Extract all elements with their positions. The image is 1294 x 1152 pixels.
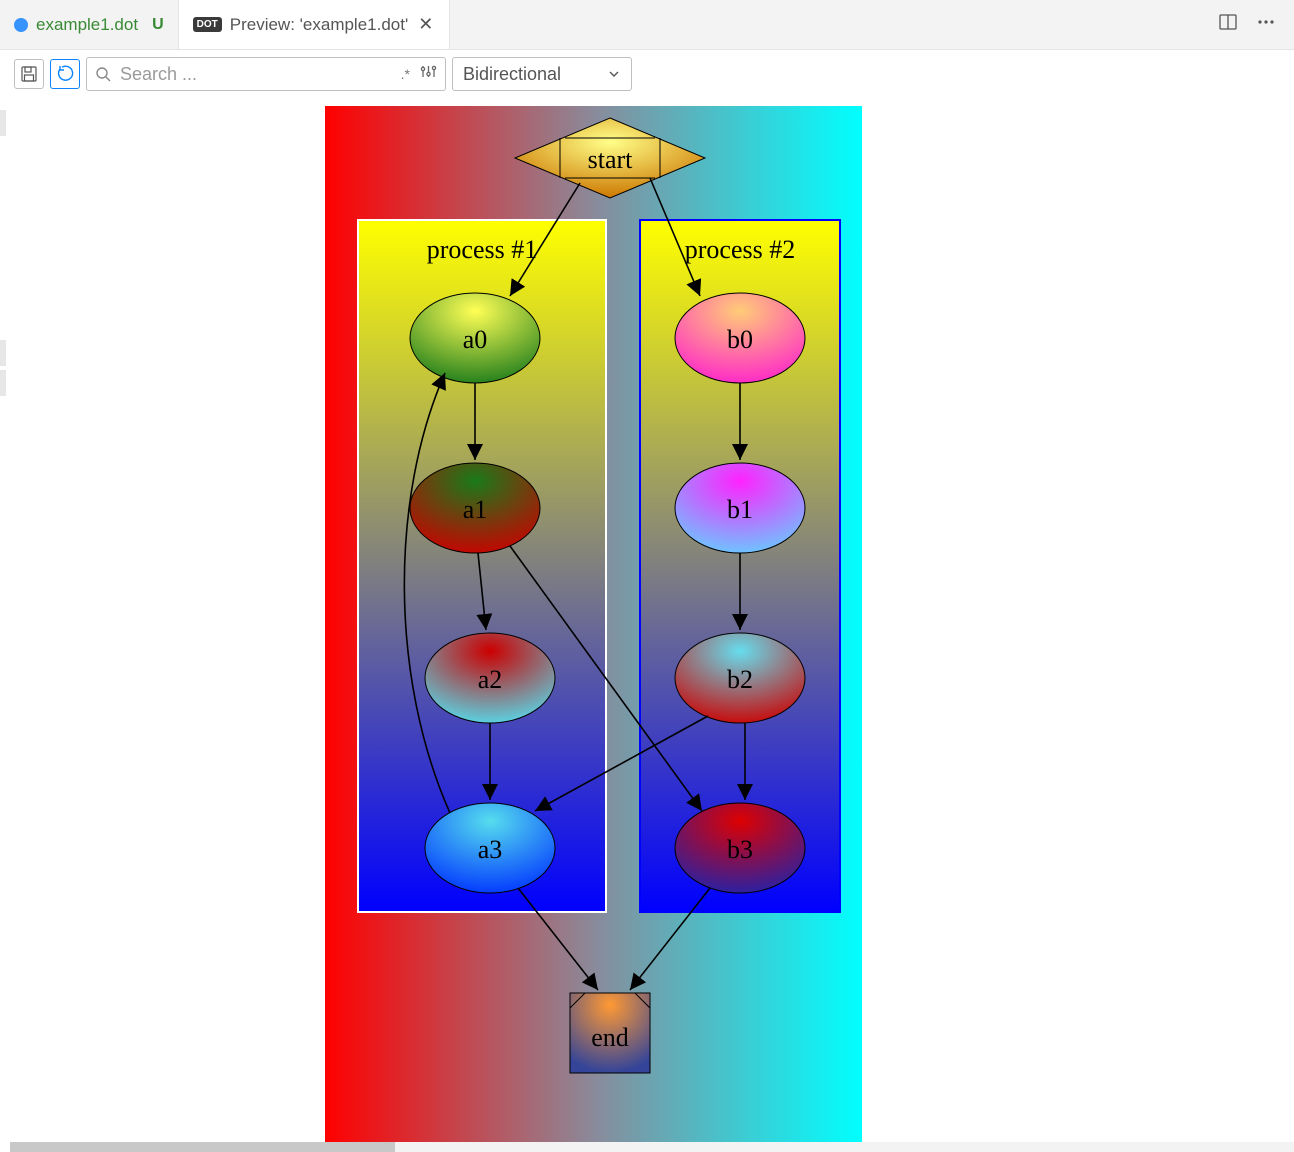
regex-icon[interactable]: .*: [401, 66, 410, 82]
node-b1: b1: [675, 463, 805, 553]
svg-text:b0: b0: [727, 325, 753, 354]
svg-text:a2: a2: [478, 665, 503, 694]
direction-select[interactable]: Bidirectional: [452, 57, 632, 91]
dot-preview-icon: DOT: [193, 17, 222, 32]
tab-label: example1.dot: [36, 15, 138, 35]
chevron-down-icon: [607, 67, 621, 81]
gutter: [0, 50, 10, 1150]
node-b0: b0: [675, 293, 805, 383]
svg-text:a1: a1: [463, 495, 488, 524]
tab-bar: example1.dot U DOT Preview: 'example1.do…: [0, 0, 1294, 50]
tab-bar-actions: [1200, 0, 1294, 49]
node-end: end: [570, 993, 650, 1073]
dot-file-icon: [14, 18, 28, 32]
sliders-icon[interactable]: [420, 63, 437, 85]
node-b2: b2: [675, 633, 805, 723]
search-field[interactable]: [120, 64, 393, 85]
tab-example1-dot[interactable]: example1.dot U: [0, 0, 179, 49]
more-actions-icon[interactable]: [1256, 12, 1276, 37]
close-icon[interactable]: ✕: [416, 12, 435, 37]
vcs-status-badge: U: [152, 16, 164, 34]
node-a0: a0: [410, 293, 540, 383]
node-a1: a1: [410, 463, 540, 553]
node-a3: a3: [425, 803, 555, 893]
node-b3: b3: [675, 803, 805, 893]
graph-preview[interactable]: process #1 process #2 start a0 a1 a2 a3 …: [10, 98, 1294, 1152]
search-icon: [95, 66, 112, 83]
svg-text:a0: a0: [463, 325, 488, 354]
preview-toolbar: .* Bidirectional: [0, 50, 1294, 98]
svg-text:end: end: [591, 1023, 629, 1052]
svg-text:b3: b3: [727, 835, 753, 864]
direction-select-value: Bidirectional: [463, 64, 561, 85]
cluster1-title: process #1: [427, 235, 537, 264]
svg-text:b1: b1: [727, 495, 753, 524]
svg-text:a3: a3: [478, 835, 503, 864]
node-a2: a2: [425, 633, 555, 723]
svg-text:b2: b2: [727, 665, 753, 694]
graph-svg: process #1 process #2 start a0 a1 a2 a3 …: [10, 98, 1140, 1152]
refresh-button[interactable]: [50, 59, 80, 89]
cluster2-title: process #2: [685, 235, 795, 264]
save-button[interactable]: [14, 59, 44, 89]
tab-label: Preview: 'example1.dot': [230, 15, 408, 35]
svg-text:start: start: [588, 145, 634, 174]
search-input[interactable]: .*: [86, 57, 446, 91]
tab-preview[interactable]: DOT Preview: 'example1.dot' ✕: [179, 0, 451, 49]
split-editor-icon[interactable]: [1218, 12, 1238, 37]
scrollbar-thumb[interactable]: [10, 1142, 395, 1152]
horizontal-scrollbar[interactable]: [10, 1142, 1294, 1152]
